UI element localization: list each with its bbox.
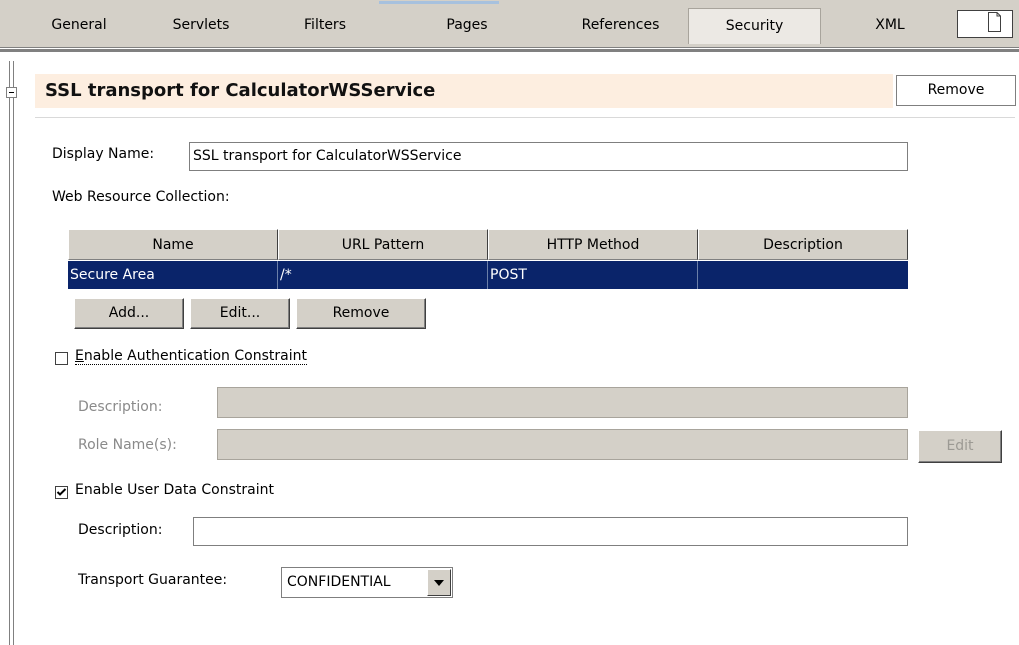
tab-bar-divider xyxy=(0,49,1019,52)
tab-references[interactable]: References xyxy=(553,8,688,43)
tab-filters[interactable]: Filters xyxy=(270,8,380,43)
dropdown-button[interactable] xyxy=(427,569,451,596)
user-data-description-field[interactable] xyxy=(193,517,908,546)
role-names-field[interactable] xyxy=(217,429,908,460)
chevron-down-icon xyxy=(434,580,444,586)
transport-guarantee-label: Transport Guarantee: xyxy=(78,572,228,588)
access-key-char: E xyxy=(75,348,84,364)
tab-pages[interactable]: Pages xyxy=(412,8,522,43)
column-header-name[interactable]: Name xyxy=(68,229,278,260)
table-cell-url-pattern[interactable]: /* xyxy=(278,261,488,289)
document-field[interactable] xyxy=(957,10,1013,38)
web-resource-collection-label: Web Resource Collection: xyxy=(52,189,230,205)
role-names-label: Role Name(s): xyxy=(78,437,177,453)
section-divider xyxy=(35,117,1015,118)
remove-section-button[interactable]: Remove xyxy=(896,75,1016,106)
edit-resource-button[interactable]: Edit... xyxy=(190,298,290,329)
section-title: SSL transport for CalculatorWSService xyxy=(45,80,436,101)
tab-hover-indicator xyxy=(379,1,499,4)
column-header-description[interactable]: Description xyxy=(698,229,908,260)
tab-servlets[interactable]: Servlets xyxy=(146,8,256,43)
panel-border xyxy=(13,61,14,645)
enable-user-data-constraint-label[interactable]: Enable User Data Constraint xyxy=(75,482,274,498)
document-icon xyxy=(988,12,1001,32)
edit-roles-button[interactable]: Edit xyxy=(918,430,1002,463)
column-header-http-method[interactable]: HTTP Method xyxy=(488,229,698,260)
table-cell-name[interactable]: Secure Area xyxy=(68,261,278,289)
enable-user-data-constraint-checkbox[interactable] xyxy=(55,486,68,499)
column-header-url-pattern[interactable]: URL Pattern xyxy=(278,229,488,260)
display-name-field[interactable]: SSL transport for CalculatorWSService xyxy=(189,142,908,171)
tab-security[interactable]: Security xyxy=(688,8,821,44)
collapse-toggle-icon[interactable] xyxy=(6,87,17,98)
enable-auth-constraint-text: nable Authentication Constraint xyxy=(83,348,307,364)
add-resource-button[interactable]: Add... xyxy=(74,298,184,329)
table-cell-http-method[interactable]: POST xyxy=(488,261,698,289)
checkmark-icon xyxy=(56,488,67,496)
tab-general[interactable]: General xyxy=(24,8,134,43)
tab-xml[interactable]: XML xyxy=(845,8,935,43)
auth-description-label: Description: xyxy=(78,399,163,415)
enable-auth-constraint-label[interactable]: Enable Authentication Constraint xyxy=(75,348,307,365)
tree-line xyxy=(9,61,10,645)
remove-resource-button[interactable]: Remove xyxy=(296,298,426,329)
user-data-description-label: Description: xyxy=(78,522,163,538)
display-name-label: Display Name: xyxy=(52,146,155,162)
transport-guarantee-select[interactable]: CONFIDENTIAL xyxy=(281,567,453,598)
table-cell-description[interactable] xyxy=(698,261,908,289)
enable-auth-constraint-checkbox[interactable] xyxy=(55,352,68,365)
transport-guarantee-value: CONFIDENTIAL xyxy=(287,574,391,590)
auth-description-field[interactable] xyxy=(217,387,908,418)
